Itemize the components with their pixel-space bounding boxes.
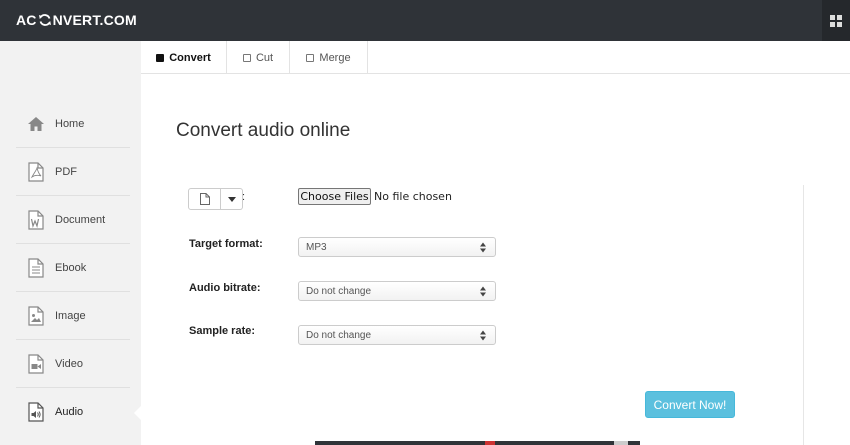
select-arrows-icon	[480, 242, 486, 253]
sidebar: Home PDF Document Ebook Image Video Audi…	[0, 41, 141, 445]
word-document-icon	[25, 209, 47, 231]
choose-files-button[interactable]: Choose Files	[298, 188, 371, 205]
checkbox-filled-icon	[156, 53, 165, 62]
sidebar-item-label: Ebook	[55, 261, 87, 274]
source-colon: :	[242, 191, 246, 203]
video-file-icon	[25, 353, 47, 375]
sidebar-item-label: PDF	[55, 165, 77, 178]
active-item-indicator	[134, 406, 141, 420]
image-file-icon	[25, 305, 47, 327]
file-source-dropdown[interactable]	[221, 188, 243, 210]
tab-label: Convert	[169, 51, 211, 64]
sample-rate-label: Sample rate:	[189, 325, 256, 337]
sidebar-item-label: Image	[55, 309, 86, 322]
sidebar-item-pdf[interactable]: PDF	[16, 148, 130, 196]
apps-menu-button[interactable]	[822, 0, 850, 41]
file-source-split-button	[188, 188, 243, 210]
file-source-button[interactable]	[188, 188, 221, 210]
sample-rate-select[interactable]: Do not change	[298, 325, 496, 345]
logo-text-end: NVERT.COM	[52, 12, 137, 28]
checkbox-empty-icon	[306, 53, 315, 62]
sidebar-item-video[interactable]: Video	[16, 340, 130, 388]
select-arrows-icon	[480, 286, 486, 297]
tab-merge[interactable]: Merge	[290, 41, 368, 74]
select-value: MP3	[306, 241, 327, 253]
file-status-text: No file chosen	[374, 190, 452, 203]
banner-accent	[485, 441, 495, 445]
sidebar-item-label: Home	[55, 117, 85, 130]
page-title: Convert audio online	[176, 120, 351, 141]
target-format-label: Target format:	[189, 238, 263, 250]
home-icon	[25, 113, 47, 135]
sidebar-item-document[interactable]: Document	[16, 196, 130, 244]
select-arrows-icon	[480, 330, 486, 341]
sidebar-item-image[interactable]: Image	[16, 292, 130, 340]
sidebar-item-label: Video	[55, 357, 83, 370]
sidebar-item-audio[interactable]: Audio	[16, 388, 130, 436]
site-logo[interactable]: AC NVERT.COM	[16, 12, 137, 28]
tab-cut[interactable]: Cut	[227, 41, 290, 74]
audio-bitrate-select[interactable]: Do not change	[298, 281, 496, 301]
tab-label: Cut	[255, 51, 274, 64]
ad-banner-edge	[315, 441, 640, 445]
checkbox-empty-icon	[242, 53, 251, 62]
target-format-select[interactable]: MP3	[298, 237, 496, 257]
convert-now-button[interactable]: Convert Now!	[645, 391, 735, 418]
sidebar-item-ebook[interactable]: Ebook	[16, 244, 130, 292]
select-value: Do not change	[306, 285, 372, 297]
sync-icon	[38, 13, 52, 27]
content-divider	[803, 185, 804, 445]
file-icon	[199, 193, 210, 205]
grid-icon	[830, 14, 842, 27]
banner-accent	[614, 441, 628, 445]
tab-label: Merge	[319, 51, 351, 64]
audio-file-icon	[25, 401, 47, 423]
pdf-file-icon	[25, 161, 47, 183]
logo-text-start: AC	[16, 12, 37, 28]
top-bar: AC NVERT.COM	[0, 0, 850, 41]
select-value: Do not change	[306, 329, 372, 341]
sidebar-item-home[interactable]: Home	[16, 100, 130, 148]
ebook-icon	[25, 257, 47, 279]
caret-down-icon	[227, 196, 236, 202]
tab-convert[interactable]: Convert	[141, 41, 227, 74]
sidebar-item-label: Audio	[55, 406, 84, 418]
audio-bitrate-label: Audio bitrate:	[189, 282, 261, 294]
sidebar-item-label: Document	[55, 213, 106, 226]
tool-tabs: Convert Cut Merge	[141, 41, 850, 74]
